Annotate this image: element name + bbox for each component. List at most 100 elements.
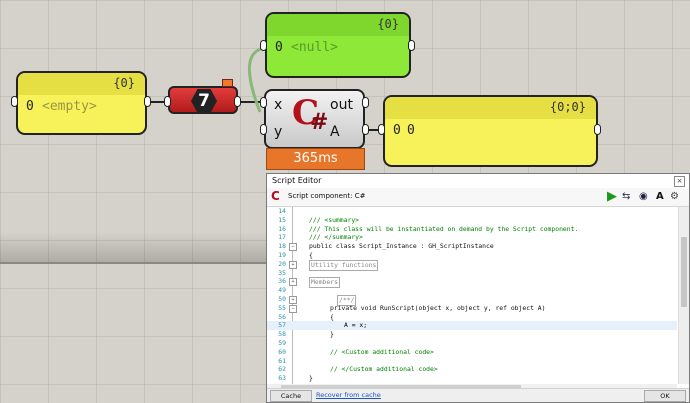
fold-toggle-icon[interactable]: + [289,278,297,287]
execution-timer: 365ms [266,148,365,170]
code-editor[interactable]: 14 15 /// <summary> 16 /// This class will b… [267,207,677,384]
empty-panel-input-port[interactable] [11,96,18,107]
editor-footer: Cache Recover from cache OK [267,388,689,402]
panel-index: 0 [393,123,401,138]
ok-button[interactable]: OK [644,390,686,402]
code-line[interactable]: 19 { [267,251,677,260]
code-text: public class Script_Instance : GH_Script… [309,242,494,251]
run-icon[interactable]: ▶ [607,190,617,203]
line-number: 63 [278,374,286,383]
vertical-scrollbar[interactable] [678,207,689,384]
component-title: Script component: C# [288,192,366,200]
code-line[interactable]: 61 [267,357,677,366]
line-number: 19 [278,251,286,259]
code-text: /// This class will be instantiated on d… [309,224,579,233]
line-number: 14 [278,207,286,215]
editor-window-title: Script Editor [272,176,322,185]
number-input-port[interactable] [164,96,171,107]
line-number: 15 [278,215,286,224]
port-a[interactable] [362,124,369,135]
fold-toggle-icon[interactable]: + [289,260,297,269]
code-line[interactable]: 62 // </Custom additional code> [267,365,677,374]
panel-value: <empty> [42,99,97,114]
output-a-label: A [330,124,340,140]
code-line[interactable]: 15 /// <summary> [267,216,677,225]
line-number: 20 [278,259,286,268]
fold-toggle-icon[interactable]: + [289,296,297,304]
settings-icon[interactable]: ⚙ [670,190,679,203]
logo-sharp: # [310,109,329,135]
script-editor-window[interactable]: Script Editor × C Script component: C# ▶… [266,173,690,403]
fold-toggle-icon[interactable]: − [289,304,297,313]
empty-panel-output-port[interactable] [144,96,151,107]
code-line[interactable]: 50 +/**/ [267,295,677,306]
code-line[interactable]: 16 /// This class will be instantiated on… [267,225,677,234]
output-panel-input-port[interactable] [378,124,385,135]
output-panel[interactable]: {0;0} 0 0 [383,95,598,167]
compare-icon[interactable]: ⇆ [622,190,630,203]
line-number: 62 [278,365,286,374]
code-line[interactable]: 55− private void RunScript(object x, obje… [267,304,677,313]
code-line[interactable]: 14 [267,207,677,216]
code-line[interactable]: 35 [267,269,677,278]
code-text: } [309,374,313,383]
code-text: private void RunScript(object x, object … [330,303,546,312]
code-line[interactable]: 36 + Members [267,277,677,289]
line-number: 18 [278,242,286,251]
fold-toggle-icon[interactable]: − [289,243,297,252]
code-line[interactable]: 63} [267,374,677,383]
editor-toolbar: C Script component: C# ▶ ⇆ ◉ A ⚙ [267,188,689,207]
cache-button[interactable]: Cache [270,390,312,402]
status-tag [222,79,233,87]
output-panel-output-port[interactable] [594,124,601,135]
code-line[interactable]: 18− public class Script_Instance : GH_Scr… [267,242,677,252]
code-line[interactable]: 17 /// </summary> [267,233,677,242]
scroll-thumb[interactable] [681,237,687,307]
port-y[interactable] [260,124,267,135]
recover-from-cache-link[interactable]: Recover from cache [316,391,381,399]
line-number: 61 [278,356,286,365]
port-x[interactable] [260,97,267,108]
panel-header-count: {0} [377,17,399,31]
panel-value: <null> [291,40,338,55]
code-text: A = x; [344,321,368,330]
close-icon[interactable]: × [674,176,685,187]
null-panel-input-port[interactable] [260,40,267,51]
code-line[interactable]: 59 [267,339,677,348]
line-number: 56 [278,312,286,321]
code-text: { [330,312,334,321]
code-line[interactable]: 49 [267,286,677,295]
panel-index: 0 [275,40,283,55]
line-number: 16 [278,224,286,233]
empty-panel[interactable]: {0} 0 <empty> [16,71,147,135]
csharp-script-component[interactable]: x y out A C # [264,89,365,149]
code-line[interactable]: 20 + Utility functions [267,259,677,271]
input-y-label: y [274,124,283,140]
code-line[interactable]: 56 { [267,313,677,322]
line-number: 55 [278,303,286,312]
panel-value: 0 [407,123,415,138]
line-number: 36 [278,277,286,286]
line-number: 60 [278,347,286,356]
font-icon[interactable]: A [656,190,664,203]
code-line[interactable]: 58} [267,330,677,339]
code-line[interactable]: 60 // <Custom additional code> [267,348,677,357]
code-text: // </Custom additional code> [330,365,438,374]
line-number: 58 [278,330,286,339]
number-component[interactable]: 7 [168,79,238,114]
line-number: 49 [278,286,286,295]
null-panel[interactable]: {0} 0 <null> [265,12,411,78]
editor-titlebar[interactable]: Script Editor × [267,174,689,188]
number-value: 7 [191,89,217,113]
panel-index: 0 [26,99,34,114]
output-out-label: out [330,97,353,113]
port-out[interactable] [362,97,369,108]
preview-icon[interactable]: ◉ [639,190,648,203]
panel-header-count: {0} [113,76,135,90]
code-text: } [330,330,334,339]
null-panel-output-port[interactable] [408,40,415,51]
line-number: 35 [278,268,286,277]
line-number: 59 [278,339,286,347]
code-line[interactable]: 57 A = x; [267,321,677,331]
number-output-port[interactable] [234,96,241,107]
